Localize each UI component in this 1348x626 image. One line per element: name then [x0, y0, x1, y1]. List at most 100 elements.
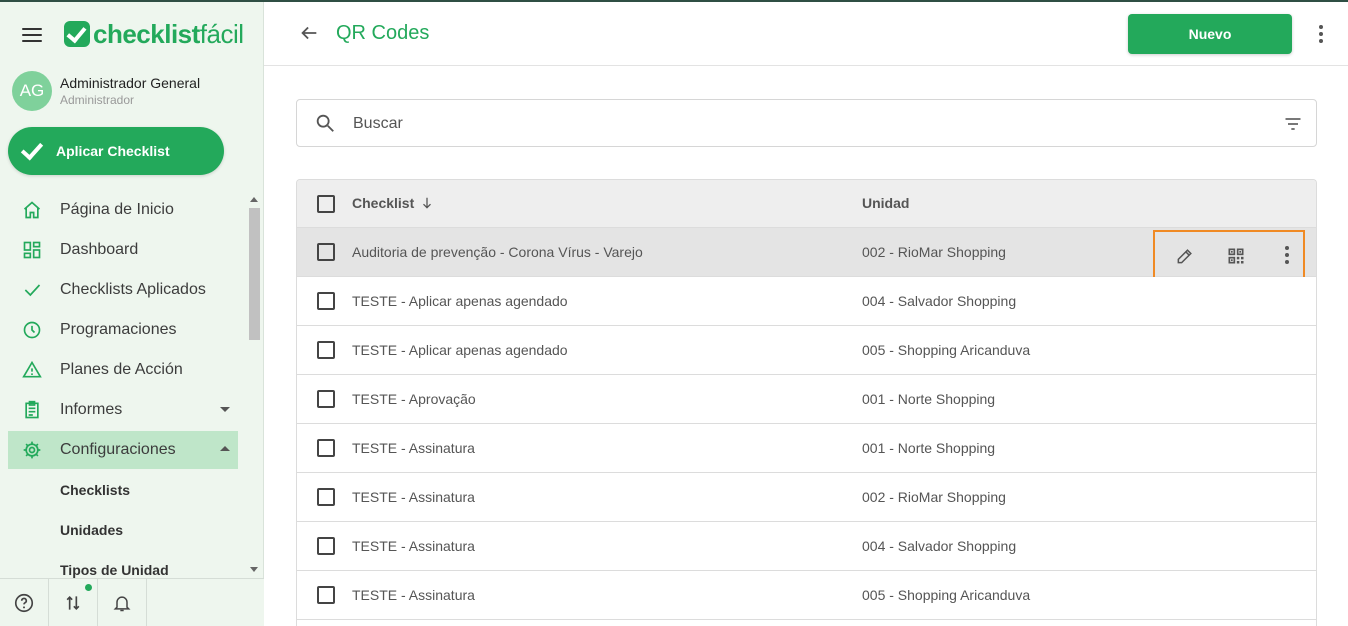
chevron-up-icon [220, 446, 230, 451]
sidebar-item-reports[interactable]: Informes [8, 391, 238, 429]
table-row[interactable]: TESTE - Aprovação 001 - Norte Shopping [297, 375, 1316, 424]
app-logo[interactable]: checklistfácil [64, 18, 244, 50]
sidebar-item-label: Página de Inicio [60, 201, 174, 218]
clock-icon [20, 318, 44, 342]
sidebar-item-label: Checklists Aplicados [60, 281, 206, 298]
chevron-down-icon [220, 407, 230, 412]
user-profile[interactable]: AG Administrador General Administrador [12, 71, 200, 111]
sidebar-item-label: Programaciones [60, 321, 177, 338]
check-icon [20, 278, 44, 302]
edit-pencil-icon[interactable] [1173, 244, 1197, 268]
sidebar-item-action-plans[interactable]: Planes de Acción [8, 351, 238, 389]
sidebar-scrollbar-thumb[interactable] [249, 208, 260, 340]
sync-arrows-icon [66, 595, 80, 611]
search-input[interactable] [353, 112, 1253, 136]
column-header-unit[interactable]: Unidad [862, 195, 909, 211]
search-bar [296, 99, 1317, 147]
column-header-checklist[interactable]: Checklist [352, 195, 434, 211]
avatar: AG [12, 71, 52, 111]
sidebar-footer [0, 578, 264, 626]
cell-checklist: TESTE - Aprovação [352, 391, 476, 407]
sidebar-nav: Página de Inicio Dashboard Checklists Ap… [0, 190, 246, 578]
table-row[interactable]: TESTE - Aplicar apenas agendado 004 - Sa… [297, 277, 1316, 326]
sidebar-item-applied-checklists[interactable]: Checklists Aplicados [8, 271, 238, 309]
sidebar-item-settings[interactable]: Configuraciones [8, 431, 238, 469]
sidebar-item-label: Informes [60, 401, 123, 418]
sidebar-header: checklistfácil [0, 2, 264, 64]
notifications-button[interactable] [98, 579, 147, 626]
apply-checklist-button[interactable]: Aplicar Checklist [8, 127, 224, 175]
scroll-down-icon[interactable] [250, 567, 258, 572]
logo-check-icon [64, 21, 90, 47]
row-checkbox[interactable] [317, 390, 335, 408]
table-row[interactable]: TESTE - Aplicar apenas agendado 005 - Sh… [297, 326, 1316, 375]
row-actions-highlight [1153, 230, 1305, 282]
check-icon [20, 139, 44, 163]
cell-unit: 004 - Salvador Shopping [862, 293, 1017, 309]
table-row[interactable]: TESTE - Assinatura 004 - Salvador Shoppi… [297, 522, 1316, 571]
bell-icon [113, 596, 131, 612]
row-checkbox[interactable] [317, 488, 335, 506]
more-options-icon[interactable] [1319, 25, 1323, 46]
sidebar: checklistfácil AG Administrador General … [0, 2, 264, 626]
sidebar-subitem-units[interactable]: Unidades [60, 522, 123, 538]
back-arrow-icon[interactable] [298, 22, 320, 44]
logo-text-bold: checklist [93, 18, 200, 49]
sidebar-subitem-checklists[interactable]: Checklists [60, 482, 130, 498]
cell-unit: 005 - Shopping Aricanduva [862, 342, 1031, 358]
table-row[interactable]: Auditoria de prevenção - Corona Vírus - … [297, 228, 1316, 282]
apply-checklist-label: Aplicar Checklist [56, 143, 170, 159]
cell-unit: 002 - RioMar Shopping [862, 244, 1006, 260]
row-checkbox[interactable] [317, 586, 335, 604]
qr-codes-table: Checklist Unidad Auditoria de prevenção … [296, 179, 1317, 626]
table-row[interactable]: TESTE - Assinatura 005 - Shopping Arican… [297, 571, 1316, 620]
scroll-up-icon[interactable] [250, 197, 258, 202]
page-title: QR Codes [336, 22, 430, 44]
cell-checklist: TESTE - Assinatura [352, 538, 475, 554]
row-more-options-icon[interactable] [1275, 244, 1299, 268]
sidebar-subitem-unit-types[interactable]: Tipos de Unidad [60, 562, 169, 578]
cell-checklist: Auditoria de prevenção - Corona Vírus - … [352, 244, 643, 260]
sidebar-item-label: Dashboard [60, 241, 139, 258]
cell-unit: 002 - RioMar Shopping [862, 489, 1006, 505]
dashboard-icon [20, 238, 44, 262]
filter-icon[interactable] [1283, 114, 1303, 139]
row-checkbox[interactable] [317, 243, 335, 261]
table-row[interactable]: TESTE - Assinatura 001 - Norte Shopping [297, 424, 1316, 473]
warning-icon [20, 358, 44, 382]
column-header-checklist-label: Checklist [352, 195, 415, 211]
sidebar-item-label: Planes de Acción [60, 361, 183, 378]
cell-checklist: TESTE - Aplicar apenas agendado [352, 293, 568, 309]
select-all-checkbox[interactable] [317, 195, 335, 213]
row-checkbox[interactable] [317, 537, 335, 555]
sync-button[interactable] [49, 579, 98, 626]
sync-status-dot [85, 584, 92, 591]
help-button[interactable] [0, 579, 49, 626]
cell-unit: 001 - Norte Shopping [862, 391, 996, 407]
search-icon[interactable] [314, 112, 336, 139]
table-row[interactable]: TESTE - Assinatura 002 - RioMar Shopping [297, 473, 1316, 522]
table-header: Checklist Unidad [297, 180, 1316, 228]
sidebar-item-label: Configuraciones [60, 441, 176, 458]
sidebar-item-schedules[interactable]: Programaciones [8, 311, 238, 349]
menu-icon[interactable] [22, 28, 42, 42]
new-button[interactable]: Nuevo [1128, 14, 1292, 54]
cell-checklist: TESTE - Aplicar apenas agendado [352, 342, 568, 358]
cell-unit: 005 - Shopping Aricanduva [862, 587, 1031, 603]
user-role: Administrador [60, 93, 135, 107]
gear-icon [20, 438, 44, 462]
cell-checklist: TESTE - Assinatura [352, 489, 475, 505]
clipboard-icon [20, 398, 44, 422]
row-checkbox[interactable] [317, 341, 335, 359]
row-checkbox[interactable] [317, 439, 335, 457]
cell-unit: 001 - Norte Shopping [862, 440, 996, 456]
sidebar-item-home[interactable]: Página de Inicio [8, 191, 238, 229]
user-name: Administrador General [60, 75, 201, 91]
qr-code-icon[interactable] [1224, 244, 1248, 268]
row-checkbox[interactable] [317, 292, 335, 310]
help-icon [14, 593, 34, 613]
cell-checklist: TESTE - Assinatura [352, 587, 475, 603]
sidebar-item-dashboard[interactable]: Dashboard [8, 231, 238, 269]
sort-down-arrow-icon [423, 197, 432, 209]
logo-text-light: fácil [199, 18, 244, 49]
